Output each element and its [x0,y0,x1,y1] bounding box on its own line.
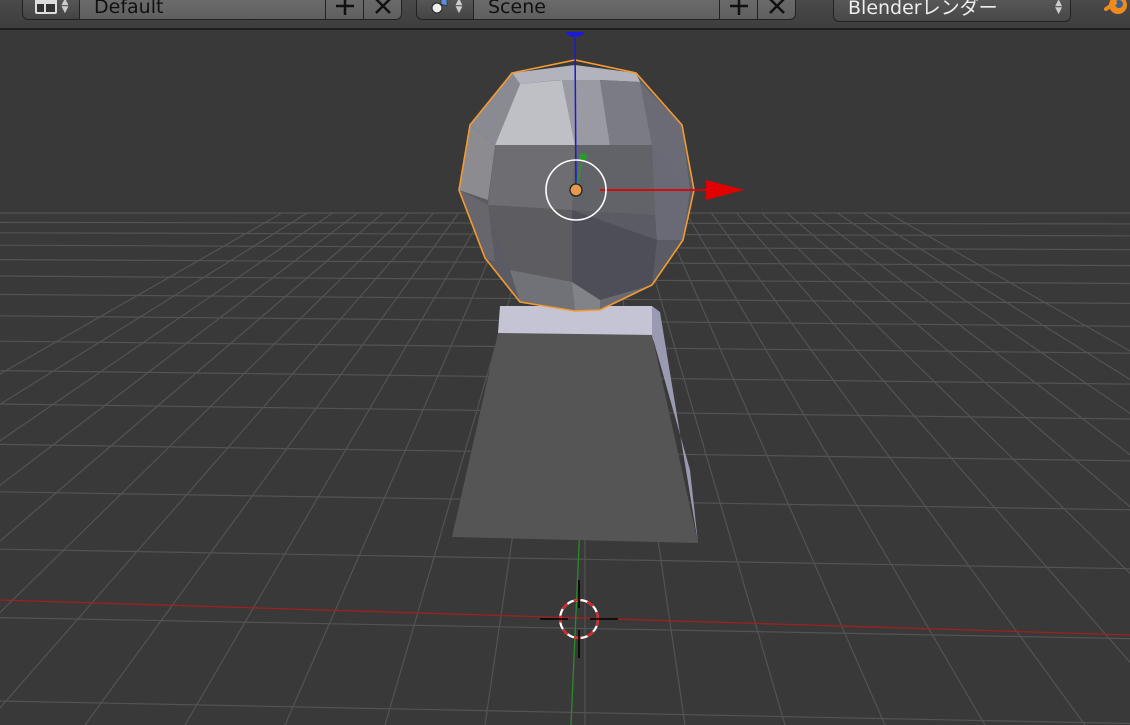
blender-logo-icon [1104,0,1127,14]
scene-icon [431,0,447,14]
scene-name-field[interactable]: Scene [474,0,720,20]
scene-menu-button[interactable]: ▲ ▼ [416,0,474,20]
add-screen-layout-button[interactable] [326,0,364,20]
object-origin-point [569,183,583,197]
screen-layout-selector: ▲ ▼ Default [22,0,402,22]
plus-icon [335,0,354,15]
dropdown-arrows-icon: ▲ ▼ [61,0,69,15]
remove-screen-layout-button[interactable] [364,0,402,20]
screen-layout-menu-button[interactable]: ▲ ▼ [22,0,80,20]
dropdown-arrows-icon: ▲ ▼ [455,0,463,15]
render-engine-dropdown[interactable]: Blenderレンダー ▲ ▼ [833,0,1071,22]
render-engine-label: Blenderレンダー [848,0,998,19]
info-header: ▲ ▼ Default ▲ ▼ Scene Blenderレンダー ▲ ▼ [0,0,1130,30]
scene-selector: ▲ ▼ Scene [416,0,796,22]
remove-scene-button[interactable] [758,0,796,20]
screen-layout-icon [34,0,57,14]
add-scene-button[interactable] [720,0,758,20]
x-icon [768,0,785,14]
x-icon [374,0,391,14]
plus-icon [729,0,748,15]
z-axis-handle[interactable] [574,37,577,191]
3d-viewport[interactable] [0,30,1130,725]
screen-layout-name-field[interactable]: Default [80,0,326,20]
dropdown-arrows-icon: ▲ ▼ [1055,0,1062,16]
